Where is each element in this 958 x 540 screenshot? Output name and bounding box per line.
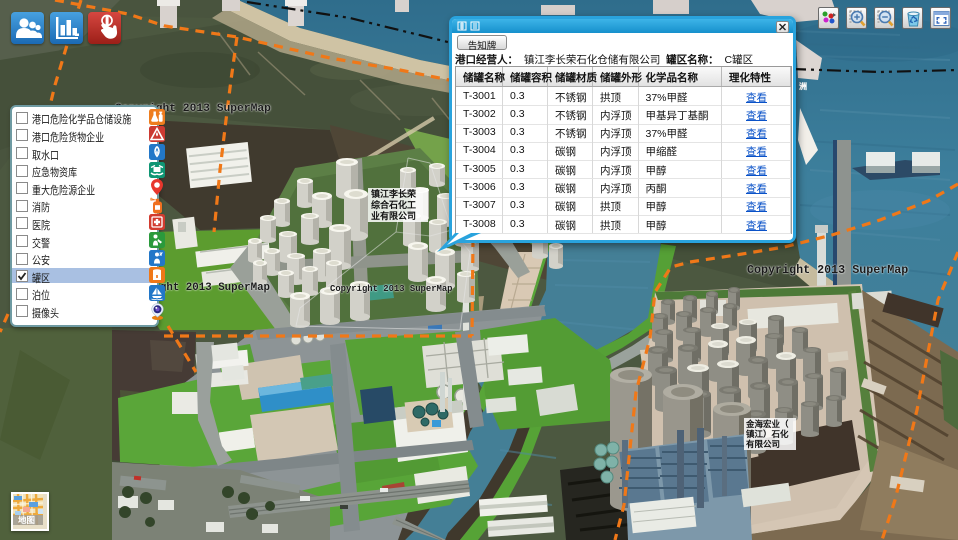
svg-text:洲: 洲 — [799, 82, 807, 91]
svg-text:有限公司: 有限公司 — [746, 439, 780, 449]
svg-text:镇江）石化: 镇江）石化 — [746, 429, 789, 439]
svg-text:地图: 地图 — [18, 515, 35, 525]
svg-text:综合石化工: 综合石化工 — [371, 199, 416, 210]
svg-text:业有限公司: 业有限公司 — [371, 210, 416, 221]
svg-text:金海宏业（: 金海宏业（ — [745, 419, 789, 429]
svg-text:镇江李长荣: 镇江李长荣 — [371, 188, 417, 199]
